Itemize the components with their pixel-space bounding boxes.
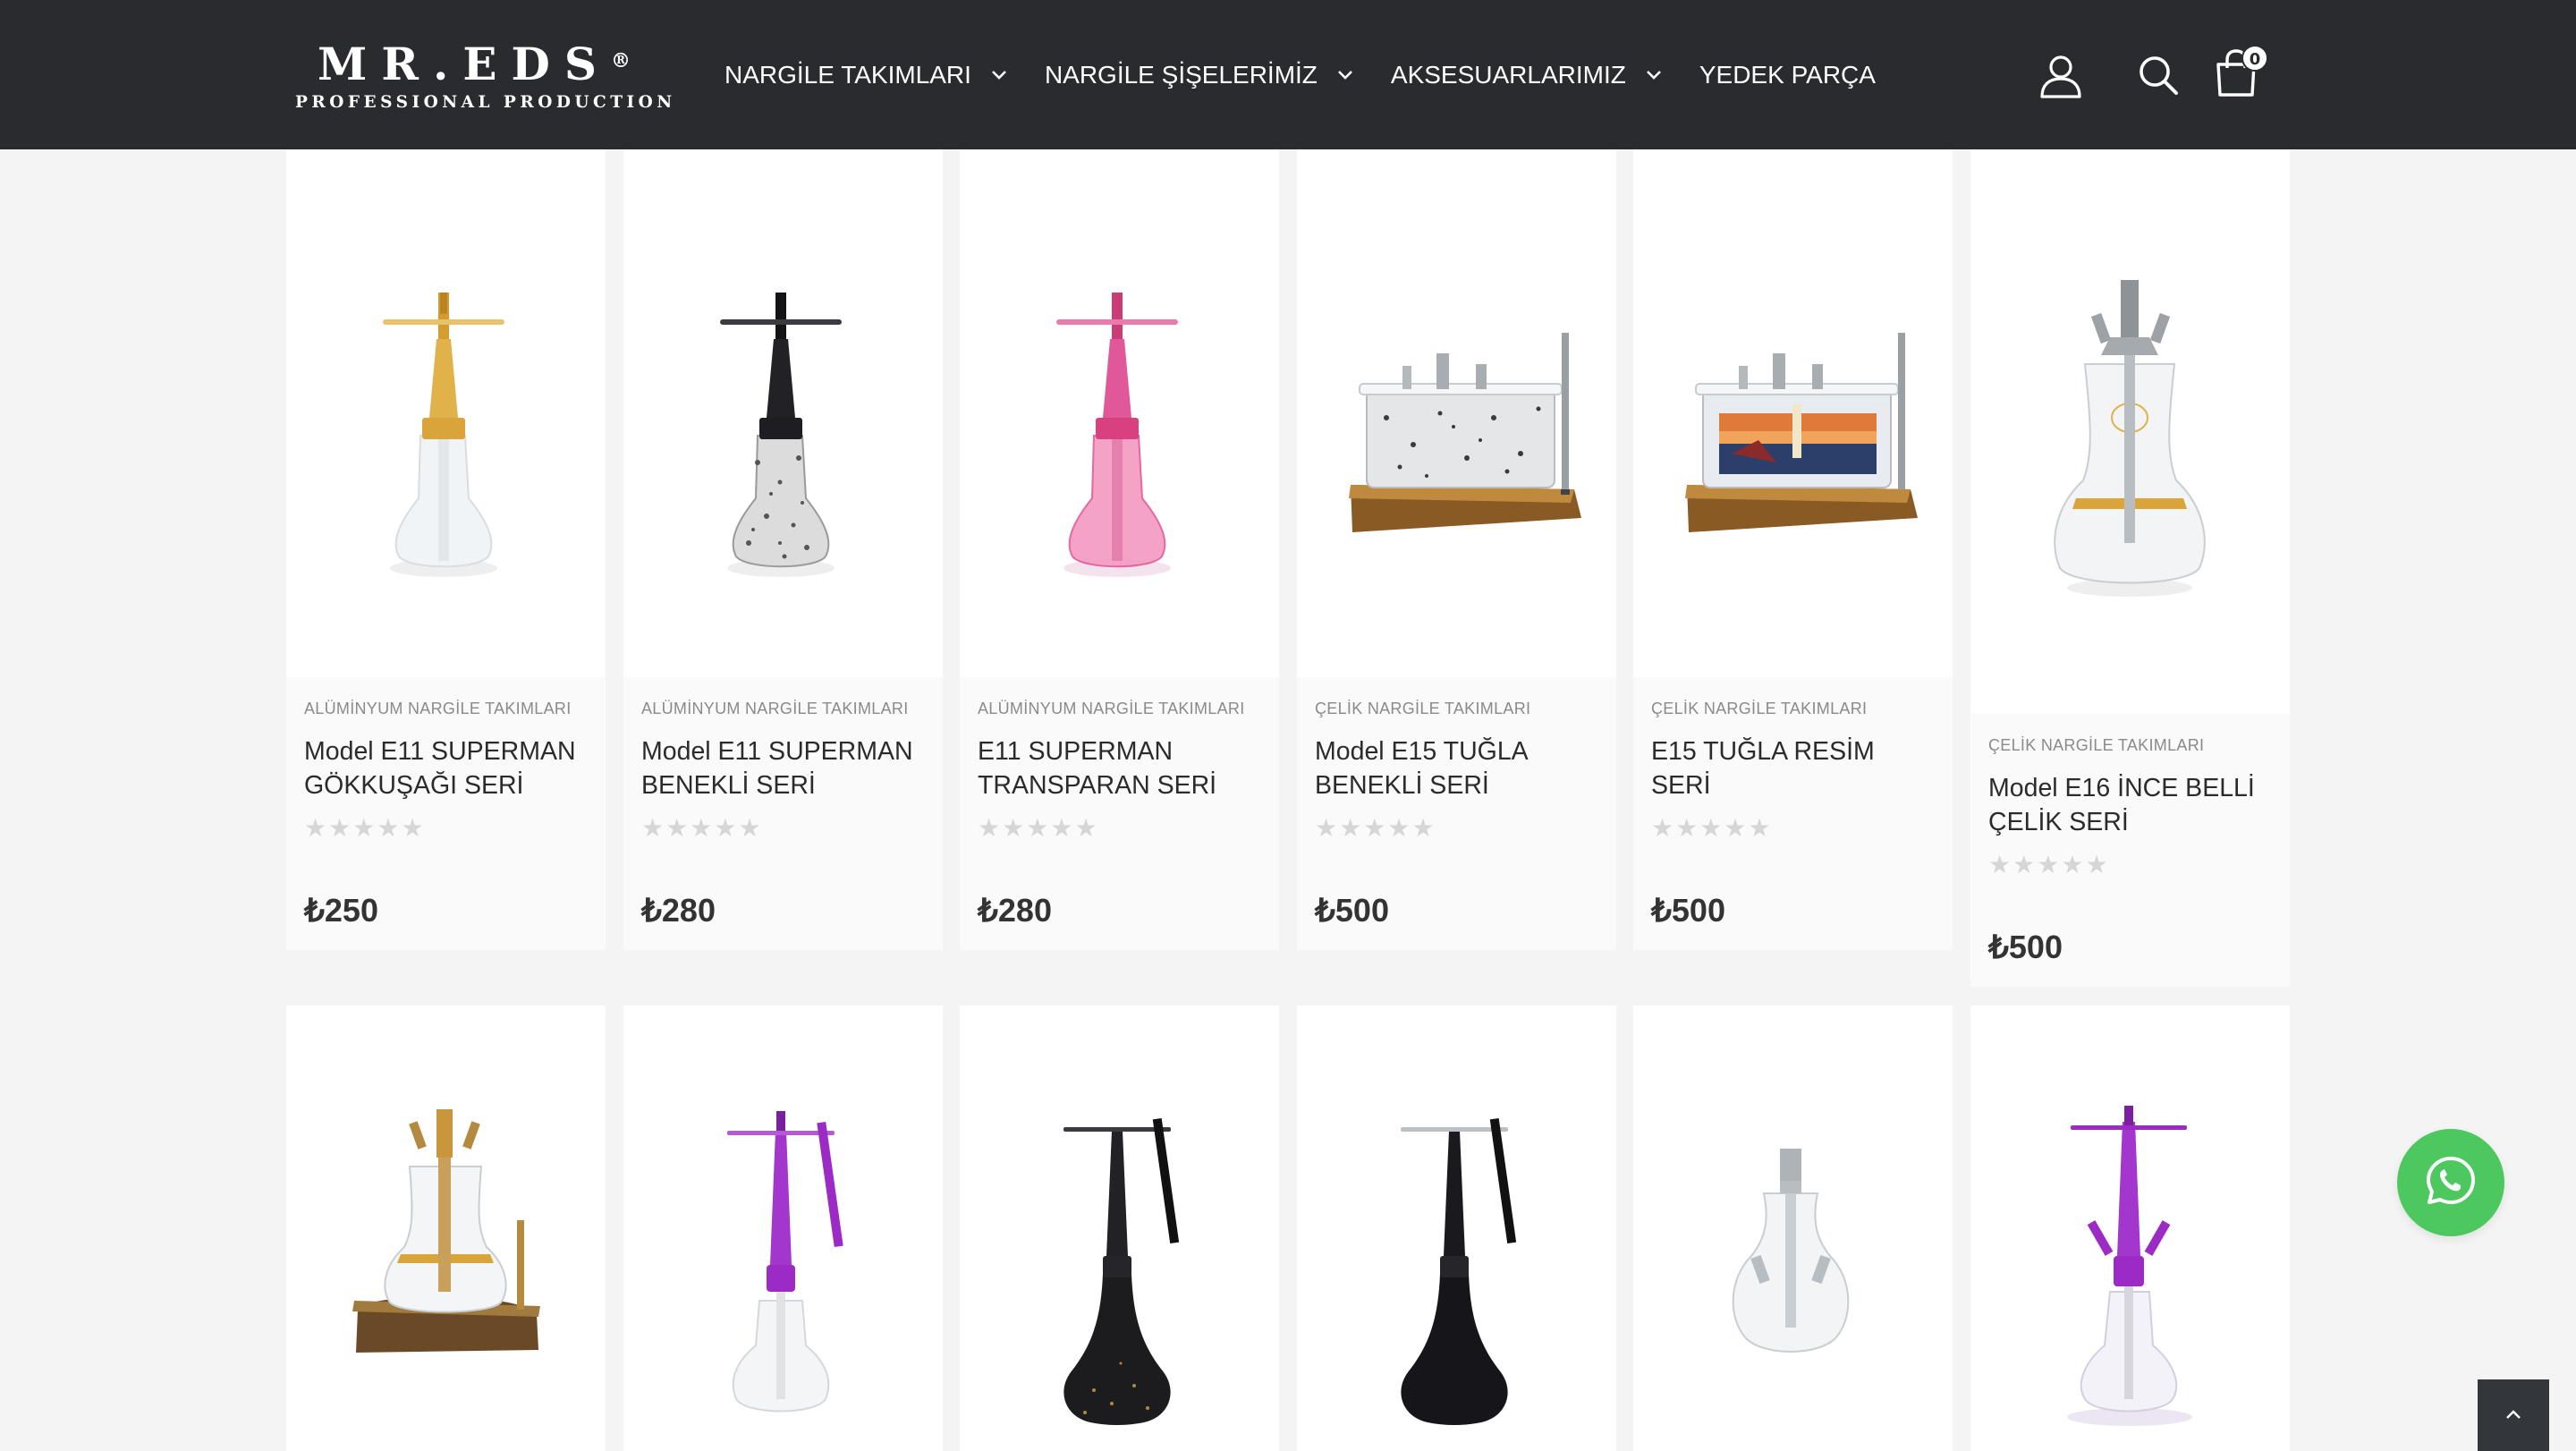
nav-item-label: YEDEK PARÇA [1699, 60, 1876, 89]
rating-stars: ★ ★ ★ ★ ★ [1651, 813, 1771, 843]
product-card[interactable] [623, 1006, 943, 1451]
nav-item-label: NARGİLE TAKIMLARI [724, 60, 971, 89]
chevron-down-icon [987, 64, 1011, 87]
product-image[interactable] [1633, 149, 1953, 677]
nav-item-yedek-parca[interactable]: YEDEK PARÇA [1699, 61, 1876, 89]
product-card[interactable] [1970, 1006, 2290, 1451]
product-price: ₺500 [1315, 892, 1389, 929]
product-price: ₺500 [1988, 929, 2063, 965]
product-name[interactable]: E11 SUPERMAN TRANSPARAN SERİ [978, 734, 1267, 802]
product-image[interactable] [286, 149, 606, 677]
product-category[interactable]: ÇELİK NARGİLE TAKIMLARI [1315, 700, 1604, 718]
cart-count-badge: 0 [2241, 45, 2268, 72]
product-card[interactable] [1633, 1006, 1953, 1451]
product-image[interactable] [1970, 149, 2290, 714]
rating-stars: ★ ★ ★ ★ ★ [1988, 850, 2108, 879]
product-name[interactable]: Model E15 TUĞLA BENEKLİ SERİ [1315, 734, 1604, 802]
back-to-top-button[interactable] [2478, 1379, 2549, 1451]
nav-item-label: NARGİLE ŞİŞELERİMİZ [1044, 60, 1318, 89]
nav-item-nargile-siseleri[interactable]: NARGİLE ŞİŞELERİMİZ [1045, 61, 1357, 89]
user-icon[interactable] [2034, 48, 2088, 102]
product-card[interactable]: ALÜMİNYUM NARGİLE TAKIMLARI E11 SUPERMAN… [960, 149, 1279, 950]
product-card[interactable] [1297, 1006, 1616, 1451]
whatsapp-icon [2425, 1155, 2477, 1210]
chevron-down-icon [1334, 64, 1357, 87]
product-card[interactable]: ALÜMİNYUM NARGİLE TAKIMLARI Model E11 SU… [623, 149, 943, 950]
product-price: ₺280 [641, 892, 716, 929]
product-name[interactable]: E15 TUĞLA RESİM SERİ [1651, 734, 1940, 802]
brand-logo[interactable]: MR.EDS® PROFESSIONAL PRODUCTION [295, 38, 676, 115]
rating-stars: ★ ★ ★ ★ ★ [641, 813, 761, 843]
product-image[interactable] [1970, 1006, 2290, 1451]
chevron-up-icon [2504, 1407, 2522, 1424]
rating-stars: ★ ★ ★ ★ ★ [1315, 813, 1435, 843]
chevron-down-icon [1642, 64, 1665, 87]
nav-item-label: AKSESUARLARIMIZ [1390, 60, 1626, 89]
product-category[interactable]: ÇELİK NARGİLE TAKIMLARI [1651, 700, 1940, 718]
rating-stars: ★ ★ ★ ★ ★ [304, 813, 424, 843]
cart-button[interactable]: 0 [2209, 45, 2268, 102]
product-price: ₺250 [304, 892, 378, 929]
product-price: ₺280 [978, 892, 1052, 929]
product-card[interactable]: ÇELİK NARGİLE TAKIMLARI Model E16 İNCE B… [1970, 149, 2290, 987]
product-card[interactable]: ÇELİK NARGİLE TAKIMLARI E15 TUĞLA RESİM … [1633, 149, 1953, 950]
search-icon[interactable] [2131, 48, 2185, 102]
product-category[interactable]: ALÜMİNYUM NARGİLE TAKIMLARI [978, 700, 1267, 718]
brand-tagline: PROFESSIONAL PRODUCTION [295, 93, 676, 112]
product-image[interactable] [1297, 149, 1616, 677]
product-category[interactable]: ALÜMİNYUM NARGİLE TAKIMLARI [304, 700, 593, 718]
rating-stars: ★ ★ ★ ★ ★ [978, 813, 1097, 843]
nav-item-nargile-takimlari[interactable]: NARGİLE TAKIMLARI [724, 61, 1011, 89]
product-image[interactable] [1633, 1006, 1953, 1451]
product-image[interactable] [623, 149, 943, 677]
nav-item-aksesuarlar[interactable]: AKSESUARLARIMIZ [1391, 61, 1665, 89]
product-name[interactable]: Model E16 İNCE BELLİ ÇELİK SERİ [1988, 771, 2277, 839]
brand-name: MR.EDS® [318, 38, 631, 90]
site-header: MR.EDS® PROFESSIONAL PRODUCTION NARGİLE … [0, 0, 2576, 149]
product-card[interactable]: ÇELİK NARGİLE TAKIMLARI Model E15 TUĞLA … [1297, 149, 1616, 950]
main-nav: NARGİLE TAKIMLARI NARGİLE ŞİŞELERİMİZ AK… [724, 0, 1876, 149]
product-category[interactable]: ALÜMİNYUM NARGİLE TAKIMLARI [641, 700, 930, 718]
product-image[interactable] [286, 1006, 606, 1451]
product-card[interactable] [286, 1006, 606, 1451]
whatsapp-button[interactable] [2397, 1129, 2504, 1236]
product-image[interactable] [623, 1006, 943, 1451]
product-price: ₺500 [1651, 892, 1725, 929]
product-name[interactable]: Model E11 SUPERMAN BENEKLİ SERİ [641, 734, 930, 802]
product-image[interactable] [960, 149, 1279, 677]
product-image[interactable] [1297, 1006, 1616, 1451]
product-name[interactable]: Model E11 SUPERMAN GÖKKUŞAĞI SERİ [304, 734, 593, 802]
product-card[interactable] [960, 1006, 1279, 1451]
product-card[interactable]: ALÜMİNYUM NARGİLE TAKIMLARI Model E11 SU… [286, 149, 606, 950]
product-category[interactable]: ÇELİK NARGİLE TAKIMLARI [1988, 736, 2277, 755]
product-image[interactable] [960, 1006, 1279, 1451]
